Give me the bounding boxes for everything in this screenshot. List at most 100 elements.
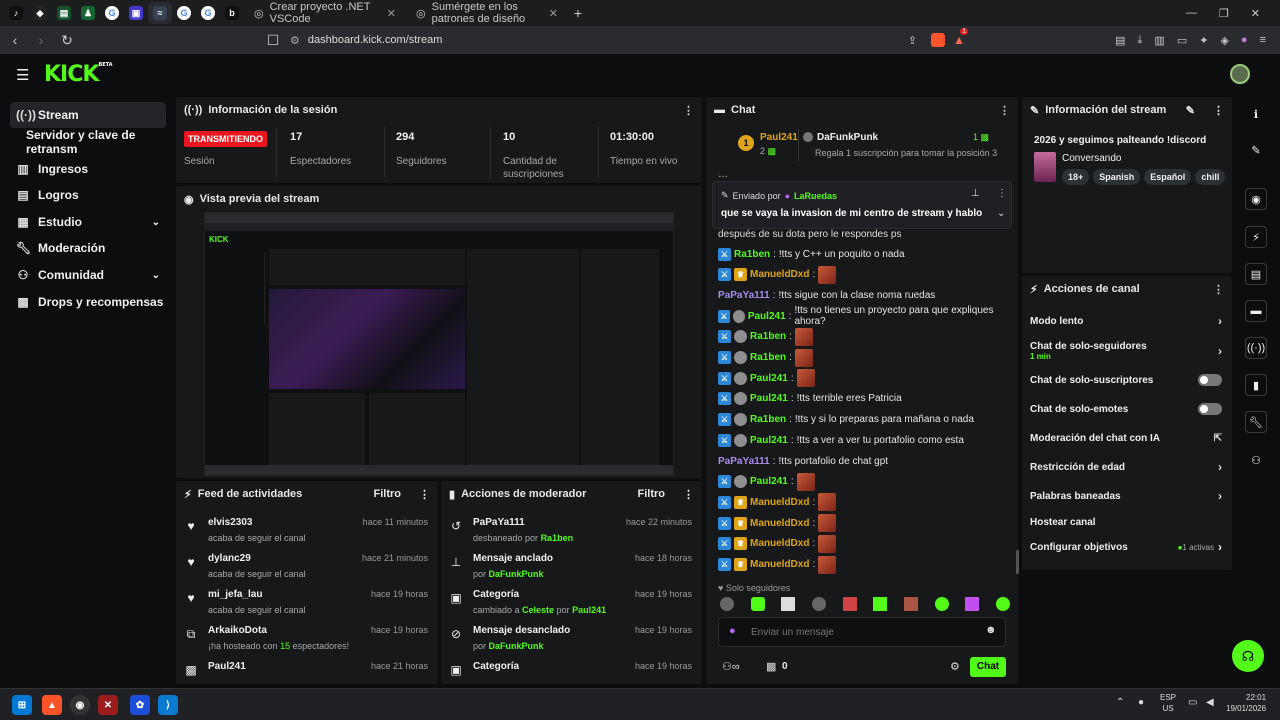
more-icon[interactable]: ⋮ bbox=[683, 104, 694, 117]
sidebar-item-logros[interactable]: ▤ Logros bbox=[10, 182, 166, 208]
bolt-icon[interactable]: ⚡︎ bbox=[1245, 226, 1267, 248]
sidebar-item-ingresos[interactable]: ▥ Ingresos bbox=[10, 156, 166, 182]
chat-username[interactable]: Ra1ben bbox=[734, 249, 770, 260]
filter-button[interactable]: Filtro bbox=[638, 488, 666, 500]
close-window-icon[interactable]: ✕ bbox=[1251, 7, 1260, 20]
tray-arrow-icon[interactable]: ⌃ bbox=[1116, 697, 1124, 708]
brave-shield-icon[interactable] bbox=[931, 33, 946, 47]
category-name[interactable]: Conversando bbox=[1062, 153, 1121, 164]
emote-image[interactable] bbox=[796, 369, 815, 388]
emote-image[interactable] bbox=[818, 514, 837, 533]
chat-scrollbar[interactable] bbox=[1016, 550, 1019, 574]
site-info-icon[interactable]: ⚙ bbox=[290, 34, 300, 47]
pinned-tab-3[interactable]: ▤ bbox=[52, 2, 76, 24]
emote-image[interactable] bbox=[818, 555, 837, 574]
emote-image[interactable] bbox=[818, 493, 837, 512]
action-ai-moderation[interactable]: Moderación del chat con IA ⇱ bbox=[1030, 425, 1222, 451]
pinned-tab-tiktok[interactable]: ♪ bbox=[4, 2, 28, 24]
chat-username[interactable]: Paul241 bbox=[750, 393, 788, 404]
pinned-tab-4[interactable]: ♟ bbox=[76, 2, 100, 24]
emote-image[interactable] bbox=[794, 327, 813, 346]
tag[interactable]: 18+ bbox=[1062, 169, 1090, 185]
mod-who[interactable]: Paul241 bbox=[572, 605, 606, 615]
chat-username[interactable]: Ra1ben bbox=[750, 352, 786, 363]
info-icon[interactable]: ℹ bbox=[1245, 103, 1267, 125]
emote-image[interactable] bbox=[794, 348, 813, 367]
pinned-tab-10[interactable]: b bbox=[220, 2, 244, 24]
hamburger-icon[interactable]: ☰ bbox=[16, 66, 29, 84]
chat-username[interactable]: ManueldDxd bbox=[750, 269, 809, 280]
pinned-tab-google[interactable]: G bbox=[100, 2, 124, 24]
restore-icon[interactable]: ❐ bbox=[1219, 7, 1229, 20]
pinned-tab-2[interactable]: ◆ bbox=[28, 2, 52, 24]
kicks-icon[interactable]: ⚇∞ bbox=[722, 660, 740, 673]
dota-icon[interactable]: ✕ bbox=[98, 695, 118, 715]
emote-icon[interactable] bbox=[720, 597, 734, 611]
emote-icon[interactable] bbox=[750, 597, 765, 611]
share-icon[interactable]: ⇪ bbox=[908, 34, 917, 47]
reader-icon[interactable]: ▤ bbox=[1115, 34, 1125, 47]
action-banned-words[interactable]: Palabras baneadas › bbox=[1030, 483, 1222, 509]
close-icon[interactable]: ✕ bbox=[387, 7, 396, 20]
broadcast-icon[interactable]: ((·)) bbox=[1245, 337, 1267, 359]
chat-username[interactable]: Ra1ben bbox=[750, 331, 786, 342]
pinned-tab-google-3[interactable]: G bbox=[196, 2, 220, 24]
emote-image[interactable] bbox=[818, 534, 837, 553]
emoji-icon[interactable]: ☻ bbox=[985, 624, 997, 636]
sidebar-toggle-icon[interactable]: ▥ bbox=[1154, 34, 1164, 47]
gift-icon[interactable]: ▩ bbox=[766, 660, 776, 673]
feed-name[interactable]: mi_jefa_lau bbox=[208, 589, 262, 600]
profile-icon[interactable]: ● bbox=[1241, 34, 1248, 47]
wrench-icon[interactable]: 🔧︎ bbox=[1245, 411, 1267, 433]
subs-only-toggle[interactable] bbox=[1198, 374, 1222, 386]
feed-name[interactable]: elvis2303 bbox=[208, 517, 253, 528]
pinned-tab-active[interactable]: ≈ bbox=[148, 2, 172, 24]
mod-who[interactable]: DaFunkPunk bbox=[489, 641, 544, 651]
emotes-only-toggle[interactable] bbox=[1198, 403, 1222, 415]
sidebar-item-stream[interactable]: ((·)) Stream bbox=[10, 102, 166, 128]
reload-icon[interactable]: ↻ bbox=[56, 29, 78, 51]
url-field[interactable]: dashboard.kick.com/stream bbox=[308, 34, 908, 46]
tag[interactable]: Spanish bbox=[1093, 169, 1141, 185]
back-icon[interactable]: ‹ bbox=[4, 29, 26, 51]
emote-image[interactable] bbox=[818, 265, 837, 284]
chat-username[interactable]: ManueldDxd bbox=[750, 518, 809, 529]
menu-icon[interactable]: ≡ bbox=[1260, 34, 1266, 47]
action-age-restriction[interactable]: Restricción de edad › bbox=[1030, 454, 1222, 480]
feed-name[interactable]: ArkaikoDota bbox=[208, 625, 267, 636]
chat-username[interactable]: PaPaYa111 bbox=[718, 456, 770, 467]
chevron-down-icon[interactable]: ⌄ bbox=[997, 208, 1005, 219]
pencil-icon[interactable]: ✎ bbox=[1245, 139, 1267, 161]
chat-username[interactable]: Ra1ben bbox=[750, 414, 786, 425]
category-thumb[interactable] bbox=[1034, 152, 1056, 182]
leo-icon[interactable]: ✦ bbox=[1199, 34, 1208, 47]
pinned-by[interactable]: LaRuedas bbox=[794, 191, 837, 201]
wallet-icon[interactable]: ▭ bbox=[1177, 34, 1187, 47]
tag[interactable]: chill bbox=[1195, 169, 1226, 185]
pinned-tab-google-2[interactable]: G bbox=[172, 2, 196, 24]
close-icon[interactable]: ✕ bbox=[549, 7, 558, 20]
feed-name[interactable]: dylanc29 bbox=[208, 553, 251, 564]
emote-icon[interactable] bbox=[873, 597, 888, 611]
mod-name[interactable]: Categoría bbox=[473, 589, 519, 600]
chat-icon[interactable]: ▬ bbox=[1245, 300, 1267, 322]
chat-username[interactable]: Paul241 bbox=[748, 311, 786, 322]
emote-icon[interactable] bbox=[781, 597, 796, 611]
action-goals[interactable]: Configurar objetivos ●1 activas › bbox=[1030, 534, 1222, 560]
chat-username[interactable]: Paul241 bbox=[750, 373, 788, 384]
more-icon[interactable]: ⋮ bbox=[419, 488, 430, 501]
brave-icon[interactable]: ▲ bbox=[42, 695, 62, 715]
windows-start-icon[interactable]: ⊞ bbox=[12, 695, 32, 715]
chat-username[interactable]: PaPaYa111 bbox=[718, 290, 770, 301]
emote-icon[interactable] bbox=[995, 597, 1010, 611]
download-icon[interactable]: ⤓ bbox=[1138, 34, 1143, 47]
tab-patterns[interactable]: ◎ Sumérgete en los patrones de diseño ✕ bbox=[406, 1, 568, 25]
minimize-icon[interactable]: — bbox=[1186, 7, 1197, 20]
more-icon[interactable]: ⋮ bbox=[1213, 283, 1224, 296]
mod-who[interactable]: Ra1ben bbox=[541, 533, 574, 543]
sidebar-item-drops[interactable]: ▩ Drops y recompensas bbox=[10, 289, 166, 315]
chat-input[interactable] bbox=[751, 622, 971, 642]
emote-icon[interactable] bbox=[965, 597, 980, 611]
chat-username[interactable]: ManueldDxd bbox=[750, 559, 809, 570]
network-icon[interactable]: ▭ bbox=[1188, 697, 1197, 708]
